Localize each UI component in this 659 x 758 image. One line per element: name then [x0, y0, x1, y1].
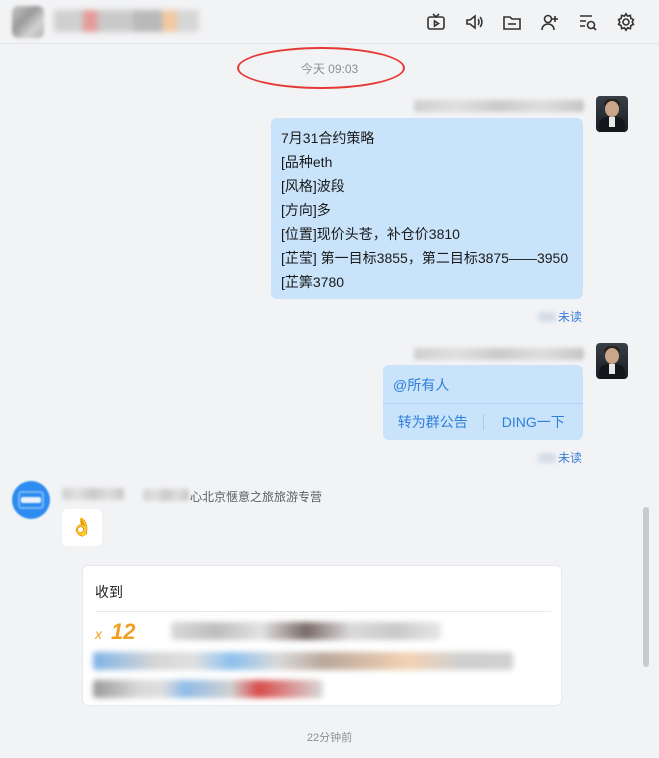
unread-status[interactable]: 未读 — [538, 308, 582, 325]
message-line: [位置]现价头苍，补仓价3810 — [281, 226, 460, 242]
sender-name — [414, 100, 584, 112]
status-avatar-blur — [538, 311, 556, 322]
message-line: [品种eth — [281, 154, 333, 170]
unread-status[interactable]: 未读 — [538, 449, 582, 466]
speaker-icon[interactable] — [463, 11, 485, 33]
sender-group-blur — [143, 489, 189, 501]
status-avatar-blur — [538, 452, 556, 463]
reply-card[interactable]: 收到 x 12 — [82, 565, 562, 706]
unread-label: 未读 — [558, 310, 583, 324]
avatar[interactable] — [12, 481, 50, 519]
emoji-message[interactable]: 👌 — [62, 509, 102, 546]
message-line: [芷筭3780 — [281, 274, 345, 290]
strategy-message[interactable]: 7月31合约策略 [品种eth [风格]波段 [方向]多 [位置]现价头苍，补仓… — [271, 118, 583, 299]
folder-icon[interactable] — [501, 11, 523, 33]
sender-name — [414, 348, 584, 360]
relative-time: 22分钟前 — [306, 732, 353, 744]
ok-hand-icon: 👌 — [70, 517, 94, 537]
mention-text: @所有人 — [393, 377, 450, 393]
settings-icon[interactable] — [615, 11, 637, 33]
group-avatar[interactable] — [12, 6, 44, 38]
ding-button[interactable]: DING一下 — [484, 412, 584, 432]
divider — [95, 611, 551, 612]
message-line: [风格]波段 — [281, 178, 345, 194]
avatar-blur-strip — [171, 622, 441, 640]
header-toolbar — [425, 11, 637, 33]
message-line: [芷莹] 第一目标3855，第二目标3875——3950 — [281, 250, 569, 266]
search-list-icon[interactable] — [577, 11, 599, 33]
mention-actions: 转为群公告 DING一下 — [383, 403, 583, 440]
message-line: 7月31合约策略 — [281, 130, 375, 146]
avatar[interactable] — [596, 343, 628, 379]
chat-title[interactable]: ▒▒▒▒▒▒ — [54, 10, 199, 32]
avatar-blur-strip — [93, 652, 513, 670]
add-user-icon[interactable] — [539, 11, 561, 33]
mention-message[interactable]: @所有人 转为群公告 DING一下 — [383, 365, 583, 440]
multiplier-count: 12 — [111, 619, 136, 644]
multiplier-prefix: x — [95, 626, 102, 642]
card-title: 收到 — [95, 584, 123, 600]
chat-header: ▒▒▒▒▒▒ — [0, 0, 659, 44]
scrollbar[interactable] — [643, 507, 649, 667]
avatar[interactable] — [596, 96, 628, 132]
tv-icon[interactable] — [425, 11, 447, 33]
unread-label: 未读 — [558, 451, 583, 465]
sender-name — [62, 488, 124, 500]
avatar-blur-strip — [93, 680, 323, 698]
message-line: [方向]多 — [281, 202, 331, 218]
highlight-circle — [237, 47, 405, 89]
sender-group-name: 心北京惬意之旅旅游专营 — [190, 490, 323, 504]
convert-announcement-button[interactable]: 转为群公告 — [383, 412, 483, 432]
